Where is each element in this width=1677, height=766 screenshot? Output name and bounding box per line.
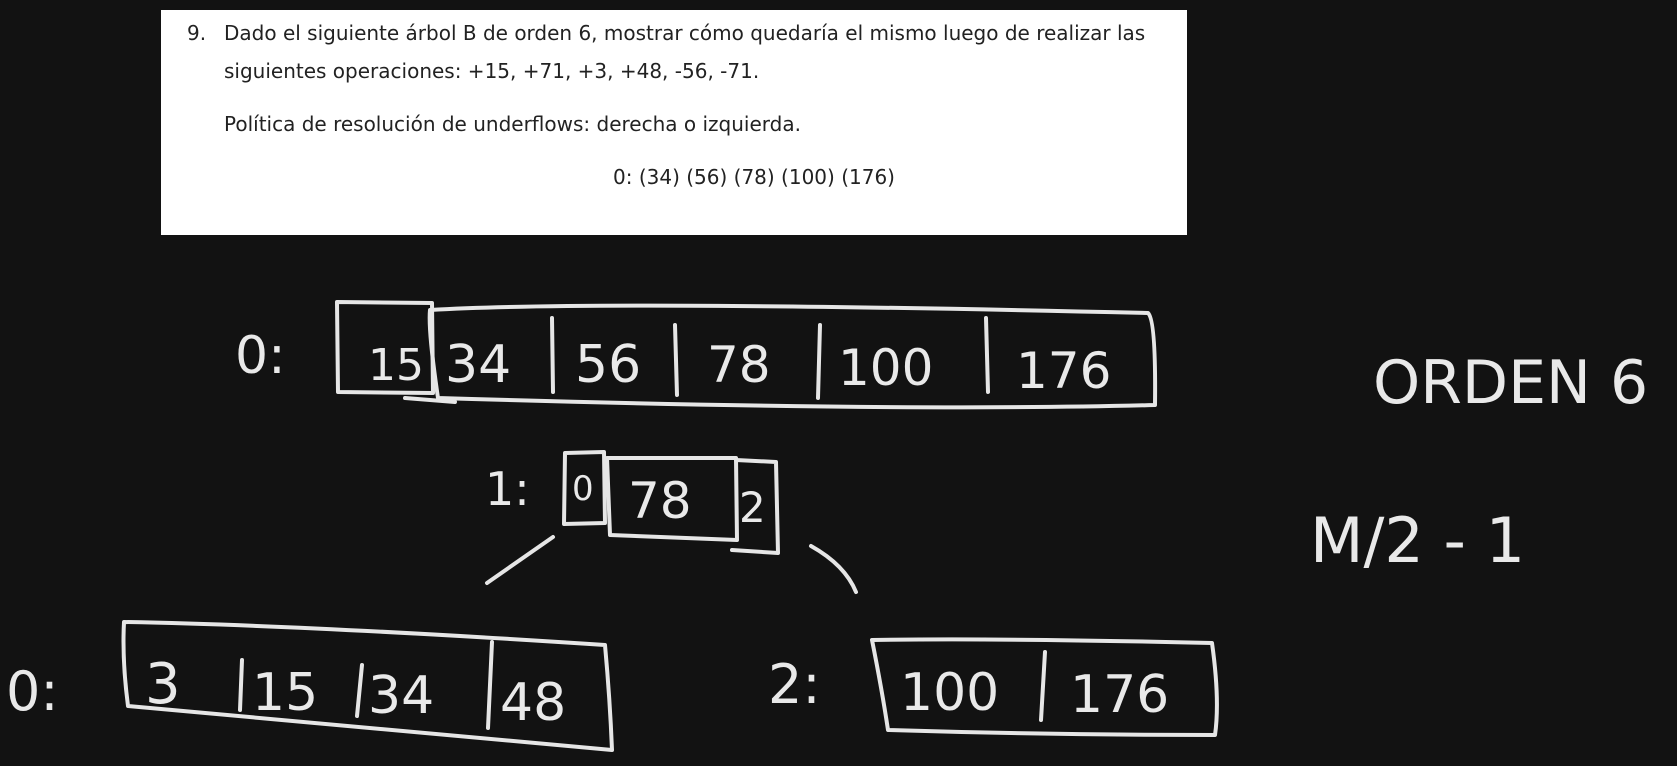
new-root-left-pointer: 0 [572,469,594,509]
left-leaf-divider [486,640,494,730]
left-leaf-divider [355,663,364,718]
root-key-3: 56 [575,335,641,395]
right-leaf-key-1: 100 [900,663,999,723]
handwritten-solution: 0: 15 34 56 78 100 176 1: 0 78 2 0: 3 15… [6,300,1648,752]
right-leaf-key-2: 176 [1070,665,1169,725]
right-leaf-label: 2: [768,653,821,716]
root-key-6: 176 [1016,342,1111,400]
root-key-5: 100 [838,339,933,397]
order-note: ORDEN 6 [1373,348,1648,418]
left-leaf-key-4: 48 [500,673,566,733]
root-label: 0: [235,326,286,386]
left-leaf-label: 0: [6,660,59,723]
root-key-1: 15 [368,340,424,391]
root-divider [673,323,679,397]
left-leaf-key-2: 15 [252,663,318,723]
new-root-key: 78 [628,472,692,530]
left-leaf-key-1: 3 [145,652,181,717]
right-leaf-divider [1039,650,1047,722]
left-leaf-key-3: 34 [368,666,434,726]
min-keys-formula: M/2 - 1 [1310,504,1525,577]
new-root-label: 1: [485,462,530,516]
left-leaf-divider [238,658,244,712]
right-child-edge [809,544,858,594]
root-divider [816,323,822,400]
root-key-4: 78 [707,336,771,394]
root-key-2: 34 [445,335,511,395]
left-child-edge [485,535,555,585]
root-divider [984,316,990,394]
new-root-right-pointer: 2 [739,483,766,532]
root-divider [550,316,555,394]
